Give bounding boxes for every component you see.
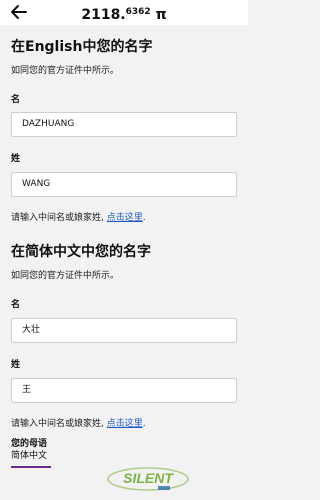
pi-currency-symbol: π [155,7,167,23]
english-name-title: 在English中您的名字 [11,39,153,55]
english-first-name-label: 名 [11,95,21,105]
chinese-first-name-input[interactable]: 大壮 [11,318,237,343]
chinese-last-name-input[interactable]: 王 [11,378,237,403]
english-last-name-input[interactable]: WANG [11,172,237,197]
balance-main: 2118. [81,7,126,23]
english-name-hint: 如同您的官方证件中所示。 [11,66,120,76]
chinese-middle-name-link[interactable]: 点击这里 [107,419,143,429]
english-middle-name-link[interactable]: 点击这里 [107,213,143,223]
native-language-select[interactable]: 简体中文 [11,450,51,468]
english-middle-name-row: 请输入中间名或娘家姓, 点击这里. [11,212,146,224]
top-bar: 2118.6362 π [0,0,248,25]
chinese-first-name-label: 名 [11,300,21,310]
chinese-middle-name-text: 请输入中间名或娘家姓, [11,419,107,429]
chinese-middle-name-row: 请输入中间名或娘家姓, 点击这里. [11,418,146,430]
balance-display: 2118.6362 π [0,4,248,23]
chinese-last-name-label: 姓 [11,360,21,370]
chinese-name-title: 在简体中文中您的名字 [11,244,151,260]
english-middle-name-text: 请输入中间名或娘家姓, [11,213,107,223]
native-language-title: 您的母语 [11,439,48,449]
english-middle-name-end: . [142,213,146,223]
balance-decimal: 6362 [125,7,151,17]
chinese-name-hint: 如同您的官方证件中所示。 [11,271,120,281]
english-last-name-label: 姓 [11,154,21,164]
silent-logo-text: SILENT [123,470,174,486]
silent-logo: SILENT [107,467,189,491]
english-first-name-input[interactable]: DAZHUANG [11,112,237,137]
chinese-middle-name-end: . [142,419,146,429]
